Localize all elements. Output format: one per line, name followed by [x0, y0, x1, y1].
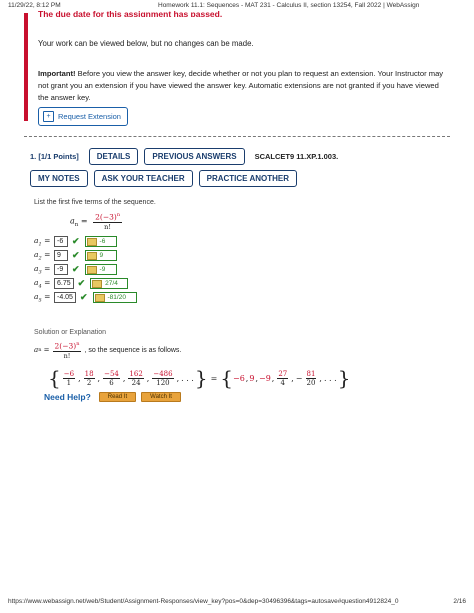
question-header: 1. [1/1 Points] DETAILS PREVIOUS ANSWERS…: [30, 147, 339, 165]
seq-term-3: −54 6: [103, 369, 120, 387]
simplified-term-2: 9: [249, 373, 255, 383]
correct-check-icon: ✔: [72, 264, 80, 275]
simplified-term-4: 27 4: [277, 369, 289, 387]
practice-another-button[interactable]: PRACTICE ANOTHER: [198, 170, 297, 187]
answer-row-1: a1 = -6 ✔ -6: [34, 236, 117, 248]
need-help: Need Help? Read It Watch It: [44, 392, 186, 402]
correct-check-icon: ✔: [77, 278, 86, 289]
formula-fraction: 2(−3)n n!: [93, 212, 123, 231]
answer-input-2[interactable]: 9: [54, 250, 68, 262]
due-date-passed-text: The due date for this assignment has pas…: [38, 9, 223, 17]
answer-key-2: 9: [84, 250, 117, 262]
formula-eq: =: [80, 216, 88, 226]
print-title: Homework 11.1: Sequences - MAT 231 - Cal…: [158, 2, 420, 9]
answer-key-5: -81/20: [92, 292, 137, 304]
answer-input-1[interactable]: -6: [54, 236, 68, 248]
request-extension-label: Request Extension: [58, 112, 121, 121]
simplified-term-1: −6: [233, 373, 245, 383]
answer-input-5[interactable]: -4.05: [54, 292, 76, 304]
solution-lead-text: , so the sequence is as follows.: [84, 346, 182, 354]
key-pencil-icon: [86, 265, 97, 274]
answer-key-3: -9: [84, 264, 117, 276]
answer-row-3: a3 = -9 ✔ -9: [34, 264, 117, 276]
key-pencil-icon: [86, 237, 97, 246]
print-url: https://www.webassign.net/web/Student/As…: [8, 598, 399, 605]
question-instruction: List the first five terms of the sequenc…: [34, 199, 156, 206]
seq-term-4: 162 24: [128, 369, 144, 387]
print-datetime: 11/29/22, 8:12 PM: [8, 2, 61, 9]
seq-term-5: −486 120: [152, 369, 174, 387]
formula-sub: n: [74, 221, 79, 228]
correct-check-icon: ✔: [79, 292, 88, 303]
answer-input-4[interactable]: 6.75: [54, 278, 74, 290]
solution-sequence: { −6 1, 18 2, −54 6, 162 24, −486 120, . . . …: [48, 366, 351, 390]
question-reference: SCALCET9 11.XP.1.003.: [254, 151, 339, 161]
ask-teacher-button[interactable]: ASK YOUR TEACHER: [93, 170, 193, 187]
correct-check-icon: ✔: [72, 250, 80, 261]
answer-key-1: -6: [84, 236, 117, 248]
request-extension-button[interactable]: + Request Extension: [38, 107, 128, 126]
calendar-plus-icon: +: [43, 111, 54, 122]
important-text: Important! Before you view the answer ke…: [38, 68, 448, 104]
key-pencil-icon: [94, 293, 105, 302]
question-actions: MY NOTES ASK YOUR TEACHER PRACTICE ANOTH…: [30, 170, 303, 187]
answer-row-5: a5 = -4.05 ✔ -81/20: [34, 292, 137, 304]
answer-input-3[interactable]: -9: [54, 264, 68, 276]
print-page-number: 2/16: [453, 598, 466, 605]
previous-answers-button[interactable]: PREVIOUS ANSWERS: [144, 147, 245, 165]
view-only-text: Your work can be viewed below, but no ch…: [38, 39, 254, 48]
solution-formula-line: an = 2(−3)n n! , so the sequence is as f…: [34, 341, 182, 360]
solution-fraction: 2(−3)n n!: [52, 341, 82, 360]
answer-row-4: a4 = 6.75 ✔ 27/4: [34, 278, 129, 290]
need-help-label: Need Help?: [44, 392, 91, 402]
important-body: Before you view the answer key, decide w…: [38, 69, 444, 102]
details-button[interactable]: DETAILS: [88, 147, 139, 165]
sequence-formula: an = 2(−3)n n!: [70, 212, 123, 231]
answer-key-4: 27/4: [90, 278, 129, 290]
section-divider: [24, 136, 450, 137]
read-it-button[interactable]: Read It: [98, 392, 137, 402]
key-pencil-icon: [86, 251, 97, 260]
seq-term-2: 18 2: [83, 369, 95, 387]
answer-key-notice: The due date for this assignment has pas…: [24, 9, 451, 126]
important-label: Important!: [38, 69, 76, 78]
watch-it-button[interactable]: Watch It: [141, 392, 181, 402]
simplified-term-5: 81 20: [305, 369, 317, 387]
formula-numerator: 2(−3)n: [93, 212, 123, 223]
correct-check-icon: ✔: [72, 236, 80, 247]
key-pencil-icon: [92, 279, 103, 288]
my-notes-button[interactable]: MY NOTES: [30, 170, 88, 187]
seq-term-1: −6 1: [62, 369, 76, 387]
print-footer: https://www.webassign.net/web/Student/As…: [8, 598, 466, 608]
question-number: 1. [1/1 Points]: [30, 151, 79, 161]
formula-denominator: n!: [104, 222, 111, 231]
solution-title: Solution or Explanation: [34, 329, 106, 336]
answer-row-2: a2 = 9 ✔ 9: [34, 250, 117, 262]
simplified-term-3: −9: [258, 373, 271, 383]
